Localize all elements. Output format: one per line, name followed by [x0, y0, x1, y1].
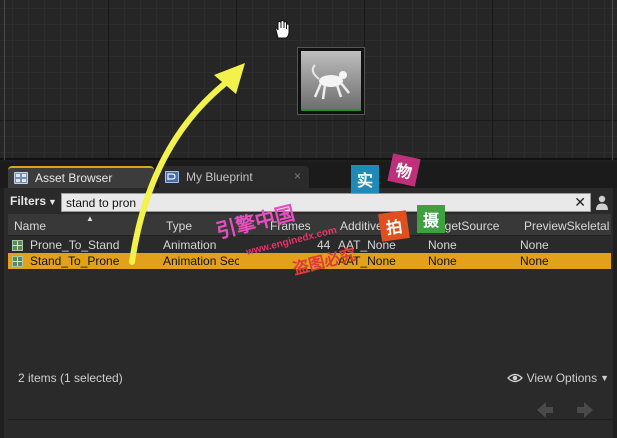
row-name: Stand_To_Prone: [30, 254, 120, 268]
row-target: None: [428, 238, 457, 252]
row-type: Animation Sec: [163, 254, 239, 268]
panel-divider: [8, 419, 617, 420]
forward-arrow-icon[interactable]: [574, 399, 596, 421]
column-name[interactable]: Name: [14, 219, 46, 233]
column-additive[interactable]: Additive: [340, 219, 383, 233]
animation-node[interactable]: [297, 47, 365, 115]
tab-label: My Blueprint: [186, 170, 253, 184]
panel-tab-bar: Asset Browser My Blueprint ×: [0, 162, 617, 188]
animation-sequence-icon: [12, 256, 23, 267]
asset-browser-panel: Filters ▼ stand to pron ✕ ▲ Name Type Fra…: [4, 188, 617, 438]
history-navigation: [534, 399, 596, 421]
animation-sequence-icon: [12, 240, 23, 251]
tab-label: Asset Browser: [35, 171, 113, 185]
row-target: None: [428, 254, 457, 268]
row-preview: None: [520, 238, 549, 252]
search-input[interactable]: stand to pron ✕: [61, 193, 591, 212]
sort-ascending-icon[interactable]: ▲: [86, 214, 94, 223]
watermark-stamp: 实: [351, 165, 379, 193]
item-count-status: 2 items (1 selected): [18, 371, 123, 385]
column-type[interactable]: Type: [166, 219, 192, 233]
watermark-stamp: 拍: [378, 210, 410, 242]
filter-row: Filters ▼ stand to pron ✕: [4, 192, 613, 212]
filters-dropdown[interactable]: Filters ▼: [10, 194, 57, 208]
creature-preview-icon: [311, 64, 350, 100]
hand-cursor-icon: [275, 20, 290, 39]
row-name: Prone_To_Stand: [30, 238, 120, 252]
chevron-down-icon: ▼: [600, 373, 609, 383]
tab-my-blueprint[interactable]: My Blueprint ×: [159, 166, 309, 188]
tab-asset-browser[interactable]: Asset Browser: [8, 166, 154, 188]
watermark-stamp: 物: [387, 153, 421, 187]
graph-editor[interactable]: [0, 0, 617, 160]
chevron-down-icon: ▼: [48, 197, 57, 207]
row-preview: None: [520, 254, 549, 268]
graph-right-border: [612, 0, 613, 160]
tab-close-button[interactable]: ×: [294, 169, 301, 183]
person-filter-icon[interactable]: [595, 195, 609, 210]
eye-icon: [506, 373, 523, 383]
back-arrow-icon[interactable]: [534, 399, 556, 421]
asset-browser-icon: [14, 172, 28, 184]
graph-left-border: [4, 0, 5, 160]
blueprint-icon: [165, 171, 179, 183]
animation-preview-thumbnail: [301, 51, 361, 111]
filters-label: Filters: [10, 194, 47, 208]
view-options-label: View Options: [526, 371, 598, 385]
search-value: stand to pron: [66, 196, 137, 210]
watermark-stamp: 摄: [417, 205, 445, 233]
clear-search-button[interactable]: ✕: [574, 194, 586, 211]
column-preview-skeletal[interactable]: PreviewSkeletal: [524, 219, 609, 233]
view-options-button[interactable]: View Options ▼: [506, 371, 609, 385]
